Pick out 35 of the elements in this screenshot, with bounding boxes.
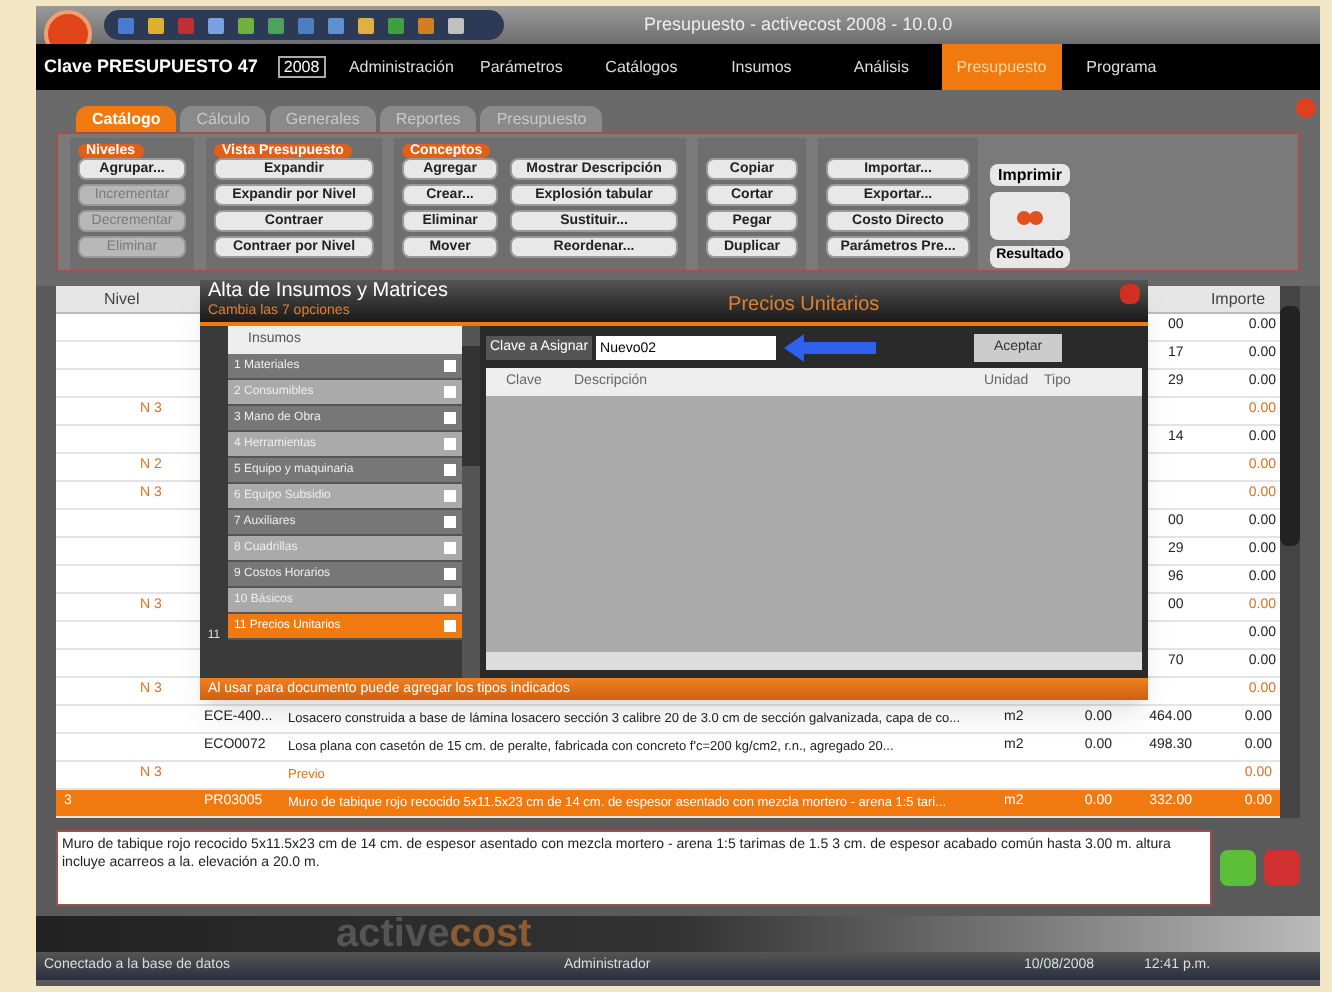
scrollbar[interactable] [462,326,480,678]
section-title: Precios Unitarios [728,292,880,320]
checkbox[interactable] [444,516,456,528]
scrollbar[interactable] [486,652,1142,670]
checkbox[interactable] [444,360,456,372]
checkbox[interactable] [444,438,456,450]
budget-key-label: Clave PRESUPUESTO 47 [44,53,258,80]
checkbox[interactable] [444,542,456,554]
column-header: Nivel [104,287,142,311]
print-button[interactable]: Imprimir [990,164,1070,186]
menu-tab[interactable]: Insumos [701,44,822,90]
checkbox[interactable] [444,464,456,476]
checkbox[interactable] [444,412,456,424]
window-title: Presupuesto - activecost 2008 - 10.0.0 [644,11,953,38]
checkbox[interactable] [444,568,456,580]
dialog-title: Alta de Insumos y Matrices [208,280,449,303]
cancel-icon[interactable] [1264,850,1300,886]
menu-tab[interactable]: Análisis [821,44,942,90]
arrow-icon [784,334,881,362]
checkbox[interactable] [444,386,456,398]
checkbox[interactable] [444,490,456,502]
close-icon[interactable] [1296,98,1316,118]
scrollbar[interactable] [1280,286,1300,818]
menu-tab[interactable]: Catálogos [581,44,702,90]
search-button[interactable] [990,192,1070,240]
close-icon[interactable] [1120,284,1140,304]
checkbox[interactable] [444,620,456,632]
menu-tab[interactable]: Parámetros [461,44,582,90]
accept-icon[interactable] [1220,850,1256,886]
year-field: 2008 [277,56,326,78]
menu-tab[interactable]: Administración [341,44,462,90]
binoculars-icon [1016,206,1044,226]
menu-tab[interactable]: Programa [1061,44,1182,90]
checkbox[interactable] [444,594,456,606]
column-header: Importe [1208,287,1268,311]
